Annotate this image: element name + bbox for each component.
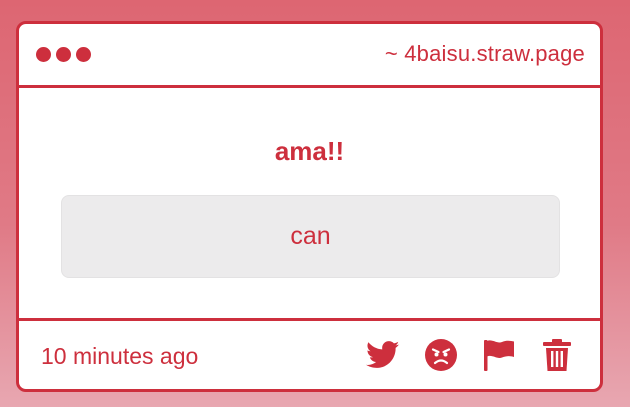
report-button[interactable] (481, 337, 517, 373)
site-address[interactable]: ~ 4baisu.straw.page (385, 41, 585, 67)
card-header: ~ 4baisu.straw.page (19, 24, 600, 88)
angry-face-icon (425, 339, 457, 371)
answer-box: can (61, 195, 560, 278)
card-body: ama!! can (19, 88, 600, 318)
message-card: ~ 4baisu.straw.page ama!! can 10 minutes… (16, 21, 603, 392)
action-bar (365, 337, 575, 373)
answer-text: can (290, 222, 331, 250)
flag-icon (484, 340, 514, 371)
question-text: ama!! (274, 136, 345, 166)
delete-button[interactable] (539, 337, 575, 373)
react-angry-button[interactable] (423, 337, 459, 373)
share-twitter-button[interactable] (365, 337, 401, 373)
window-dot (56, 47, 71, 62)
window-dots (36, 47, 91, 62)
card-footer: 10 minutes ago (19, 318, 600, 389)
timestamp: 10 minutes ago (41, 343, 199, 369)
window-dot (76, 47, 91, 62)
trash-icon (543, 339, 571, 371)
window-dot (36, 47, 51, 62)
twitter-icon (366, 341, 400, 368)
